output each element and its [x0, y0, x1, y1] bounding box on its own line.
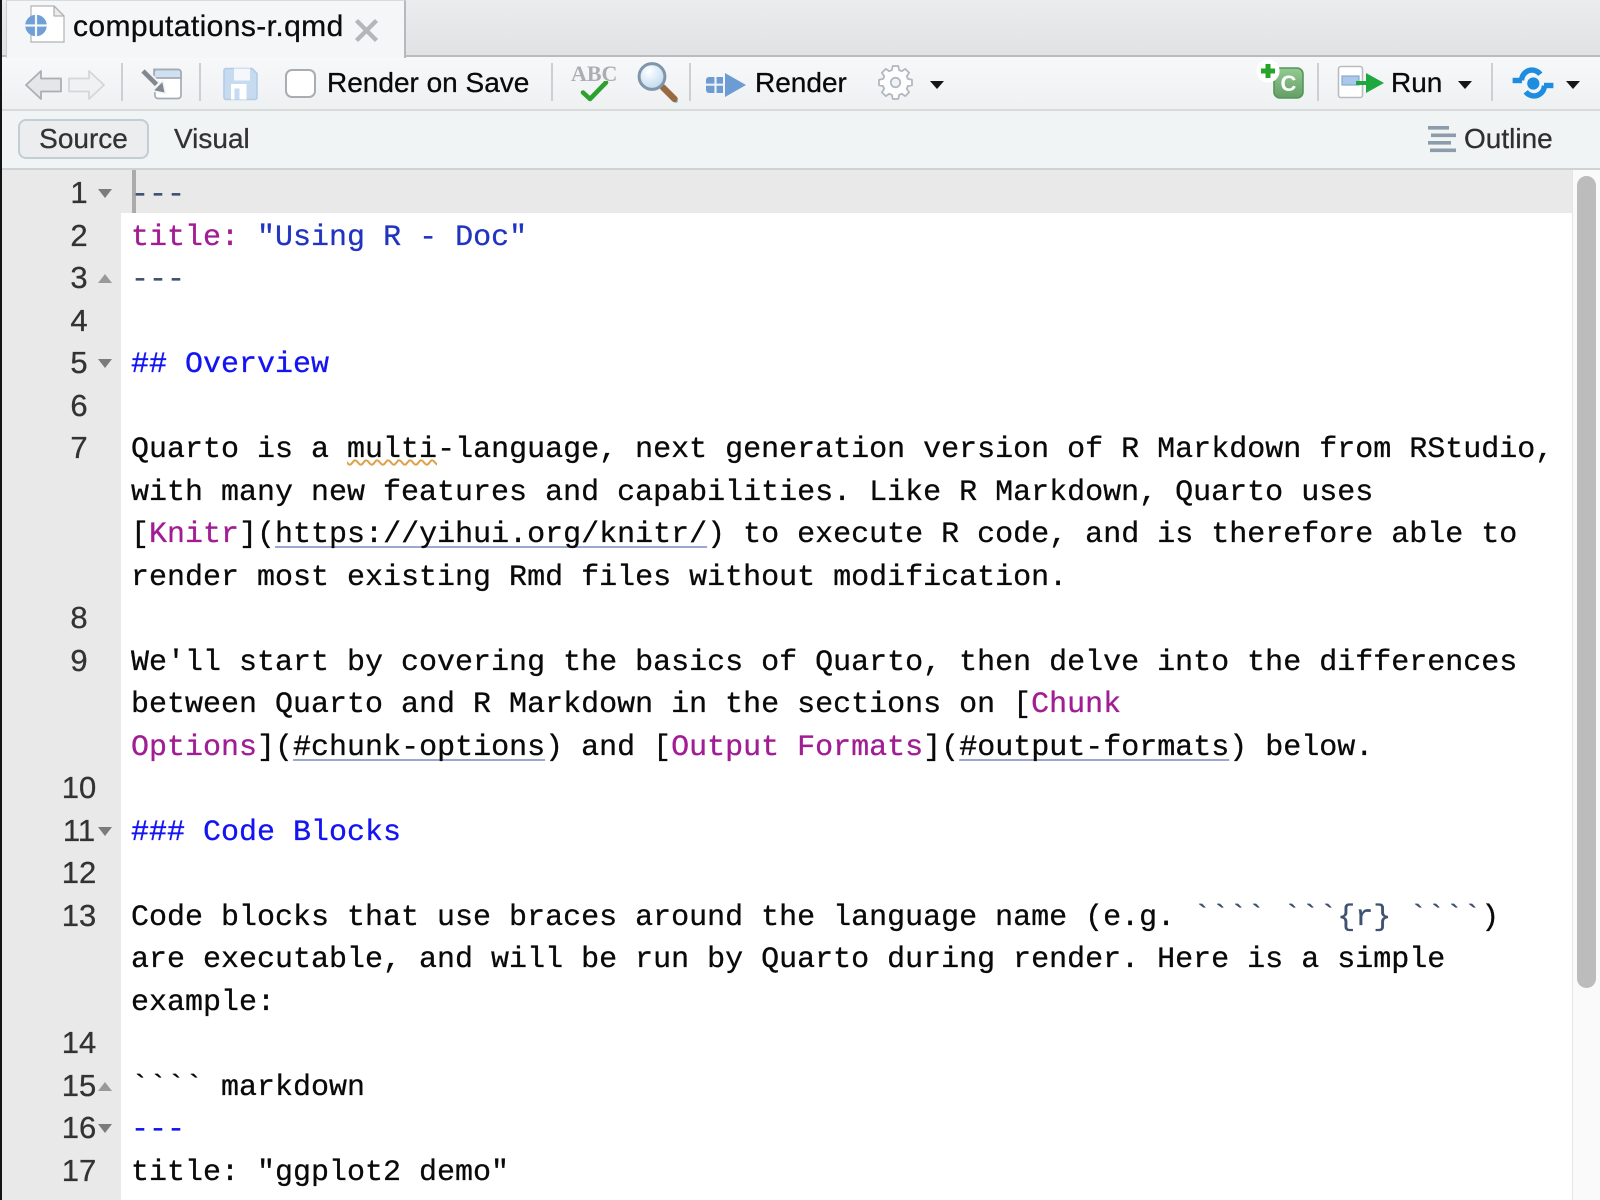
svg-text:C: C	[1281, 71, 1297, 96]
